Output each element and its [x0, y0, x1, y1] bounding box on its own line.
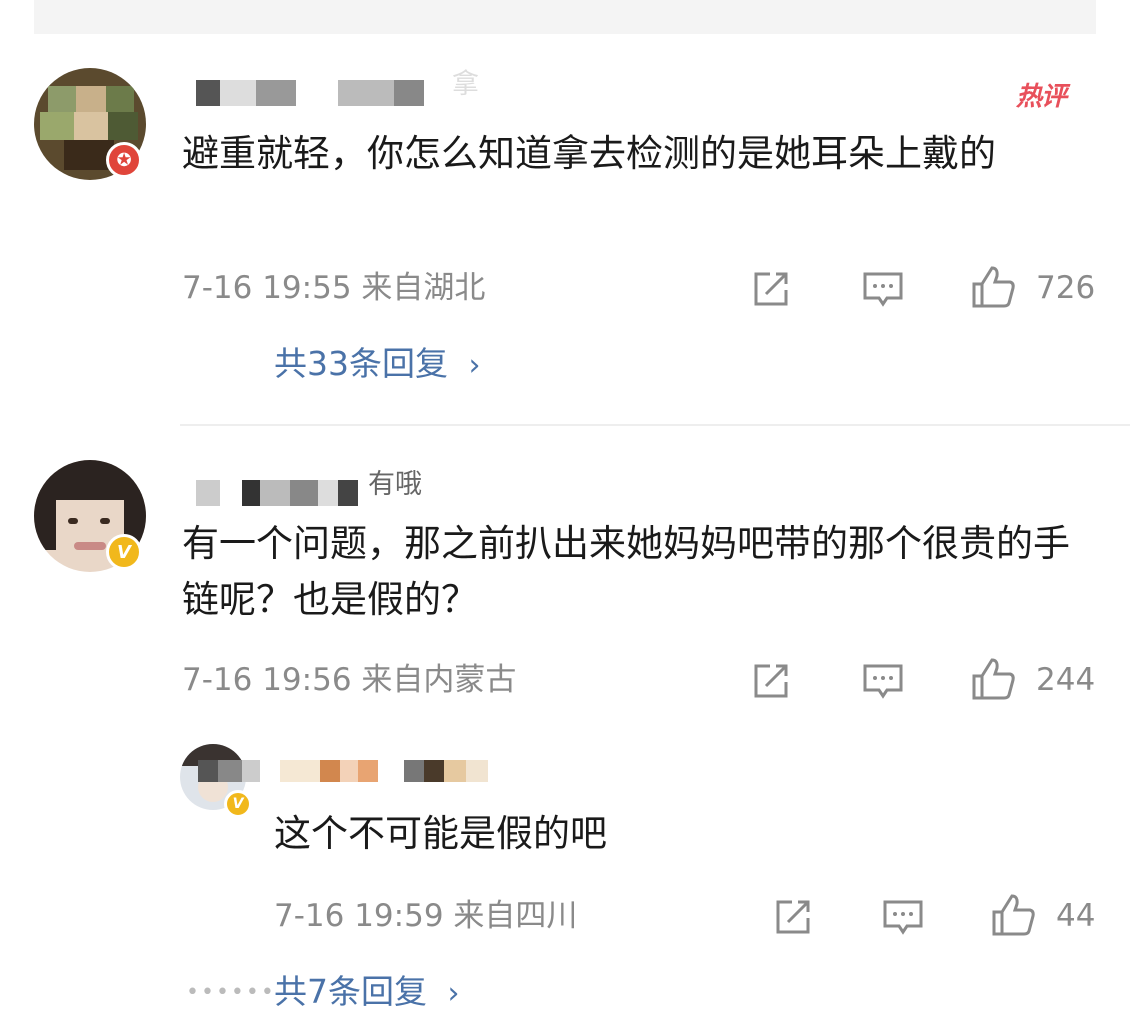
comment-icon[interactable]: [860, 658, 906, 704]
reply-username-blurred[interactable]: [198, 760, 488, 782]
thumbs-up-icon[interactable]: [970, 264, 1016, 310]
comment-location: 来自内蒙古: [361, 662, 517, 698]
verified-badge-icon: V: [106, 534, 142, 570]
hot-comment-badge: 热评: [1016, 82, 1067, 112]
dotted-connector: ••••••: [186, 980, 276, 1005]
replies-label: 共7条回复: [274, 972, 427, 1011]
comment-text: 有一个问题，那之前扒出来她妈妈吧带的那个很贵的手链呢？也是假的？: [182, 522, 1070, 621]
comment-time: 7-16 19:56: [182, 662, 352, 698]
reply-text: 这个不可能是假的吧: [274, 812, 607, 855]
comment-meta: 7-16 19:55 来自湖北: [182, 268, 485, 308]
verified-badge-icon: V: [224, 790, 252, 818]
replies-label: 共33条回复: [274, 344, 448, 383]
reply-location: 来自四川: [453, 898, 578, 934]
comment-time: 7-16 19:55: [182, 270, 352, 306]
view-replies-link[interactable]: 共33条回复 ›: [274, 342, 481, 388]
chevron-right-icon: ›: [447, 976, 460, 1011]
username-blurred[interactable]: [196, 480, 358, 506]
thumbs-up-icon[interactable]: [990, 892, 1036, 938]
like-count: 44: [1056, 898, 1096, 934]
comment-icon[interactable]: [860, 266, 906, 312]
like-count: 726: [1036, 270, 1096, 306]
verified-badge-icon: ✪: [106, 142, 142, 178]
chevron-right-icon: ›: [468, 348, 481, 383]
comment-meta: 7-16 19:56 来自内蒙古: [182, 660, 516, 700]
username-tail: 有哦: [368, 469, 422, 500]
like-count: 244: [1036, 662, 1096, 698]
username-tail: 拿: [452, 69, 479, 100]
reply-time: 7-16 19:59: [274, 898, 444, 934]
reply-meta: 7-16 19:59 来自四川: [274, 896, 577, 936]
username-blurred[interactable]: [196, 80, 424, 106]
share-icon[interactable]: [748, 266, 794, 312]
divider: [180, 424, 1130, 426]
view-replies-link[interactable]: 共7条回复 ›: [274, 970, 460, 1016]
comment-icon[interactable]: [880, 894, 926, 940]
top-gray-bar: [34, 0, 1096, 34]
share-icon[interactable]: [770, 894, 816, 940]
comment-location: 来自湖北: [361, 270, 486, 306]
comment-text: 避重就轻，你怎么知道拿去检测的是她耳朵上戴的: [182, 132, 996, 175]
thumbs-up-icon[interactable]: [970, 656, 1016, 702]
share-icon[interactable]: [748, 658, 794, 704]
